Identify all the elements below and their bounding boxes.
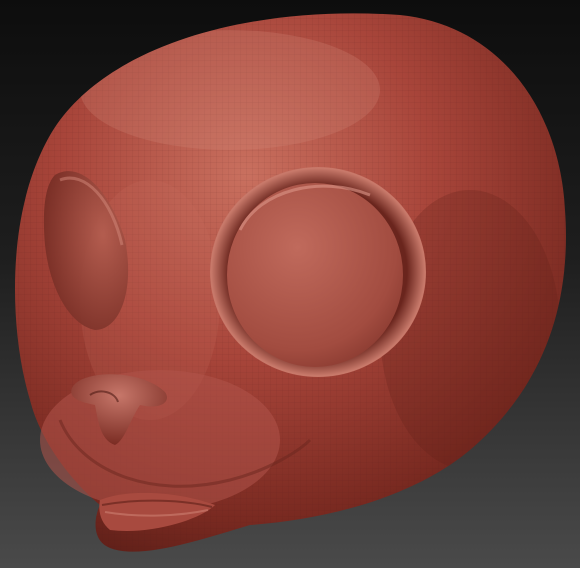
sculpted-head-model[interactable] [0, 0, 580, 568]
3d-viewport[interactable] [0, 0, 580, 568]
right-eye-socket [210, 167, 426, 377]
